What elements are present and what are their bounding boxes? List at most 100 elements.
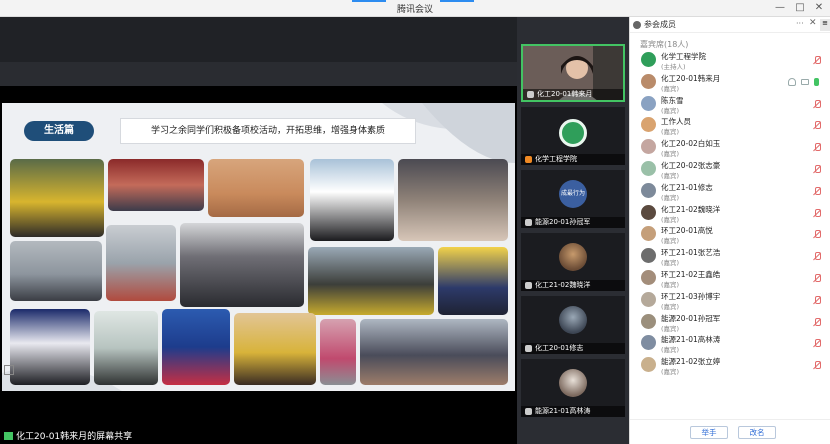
camera-icon[interactable] [801, 78, 809, 85]
participant-role: (嘉宾) [661, 215, 680, 224]
photo-group-hall [108, 159, 204, 211]
raise-hand-button[interactable]: 举手 [690, 426, 728, 439]
participant-role: (嘉宾) [661, 302, 680, 311]
slide-caption: 学习之余同学们积极备项校活动，开拓思维，增强身体素质 [120, 118, 416, 144]
photo-tug-of-war [10, 241, 102, 301]
avatar [559, 243, 587, 271]
mic-muted-icon[interactable] [813, 339, 821, 348]
close-button[interactable]: ✕ [811, 1, 827, 15]
participant-row[interactable]: 化工20-01韩来月 (嘉宾) [630, 72, 830, 93]
video-tile-name: 化学工程学院 [521, 154, 625, 165]
photo-sports-field [106, 225, 176, 301]
photo-students-yellow-vests [10, 159, 104, 237]
video-tile-name: 化工21-02魏晓洋 [521, 280, 625, 291]
participant-row[interactable]: 化工20-02白如玉 (嘉宾) [630, 137, 830, 158]
photo-group-selfie [398, 159, 508, 241]
screen-share-stage[interactable]: 生活篇 学习之余同学们积极备项校活动，开拓思维，增强身体素质 化工20-01韩来… [0, 17, 517, 444]
participant-row[interactable]: 陈东雪 (嘉宾) [630, 94, 830, 115]
participant-row[interactable]: 化工21-02魏晓洋 (嘉宾) [630, 203, 830, 224]
stage-top-band [0, 17, 517, 62]
photo-host-stage [162, 309, 230, 385]
mic-muted-icon[interactable] [813, 230, 821, 239]
avatar [641, 204, 656, 220]
rename-button[interactable]: 改名 [738, 426, 776, 439]
meeting-window: 腾讯会议 — □ ✕ 生活篇 学习之余同学们积极备项校活动，开拓思维，增强身体素… [0, 0, 830, 444]
mic-icon [525, 345, 532, 352]
avatar [559, 369, 587, 397]
participant-role: (主持人) [661, 63, 686, 71]
video-tile-avatar[interactable]: 化工21-02魏晓洋 [521, 233, 625, 291]
mic-muted-icon[interactable] [813, 165, 821, 174]
screen-share-label: 化工20-01韩来月的屏幕共享 [4, 430, 132, 444]
avatar [641, 52, 656, 67]
mic-muted-icon[interactable] [813, 143, 821, 152]
close-panel-button[interactable]: ✕ [809, 18, 817, 28]
participant-row[interactable]: 化学工程学院 (主持人) [630, 50, 830, 71]
photo-group-outdoor [180, 223, 304, 307]
participant-row[interactable]: 环工21-01张艺浩 (嘉宾) [630, 246, 830, 267]
avatar [641, 248, 656, 264]
view-toggle-icon[interactable] [4, 365, 14, 375]
participant-role: (嘉宾) [661, 172, 680, 180]
avatar [641, 335, 656, 351]
participant-row[interactable]: 工作人员 (嘉宾) [630, 115, 830, 136]
participant-role: (嘉宾) [661, 84, 680, 93]
photo-track-runner [208, 159, 304, 217]
participant-row[interactable]: 能源21-02张立婷 (嘉宾) [630, 355, 830, 376]
participant-role: (嘉宾) [661, 193, 680, 202]
video-tile-avatar[interactable]: 成最行为 能源20-01孙冠军 [521, 170, 625, 228]
mic-muted-icon[interactable] [813, 317, 821, 327]
mic-muted-icon[interactable] [813, 121, 821, 130]
participant-role: (嘉宾) [661, 259, 680, 268]
participant-row[interactable]: 能源20-01孙冠军 (嘉宾) [630, 312, 830, 333]
guest-section-label: 嘉宾席(18人) [640, 40, 689, 49]
maximize-button[interactable]: □ [792, 1, 808, 15]
participants-footer: 举手 改名 [630, 419, 830, 444]
video-tile-name: 化工20-01韩来月 [523, 89, 623, 100]
participants-title: 参会成员 [644, 20, 676, 29]
minimize-button[interactable]: — [772, 1, 788, 15]
photo-award-ceremony [310, 159, 394, 241]
photo-squat-row [308, 247, 434, 315]
participant-row[interactable]: 环工20-01高悦 (嘉宾) [630, 224, 830, 245]
video-strip[interactable]: 化工20-01韩来月 化学工程学院 成最行为 能源20-01孙冠军 化工21-0… [517, 17, 629, 444]
photo-runner-pink [320, 319, 356, 385]
participant-row[interactable]: 能源21-01高林涛 (嘉宾) [630, 333, 830, 354]
participant-role: (嘉宾) [661, 106, 680, 115]
participant-role: (嘉宾) [661, 128, 680, 137]
mic-icon [525, 408, 532, 415]
avatar [641, 182, 656, 198]
more-options-icon[interactable]: ··· [796, 19, 804, 28]
participant-row[interactable]: 环工21-03孙博宇 (嘉宾) [630, 290, 830, 311]
mic-muted-icon[interactable] [813, 99, 821, 109]
participant-row[interactable]: 化工20-02张志豪 (嘉宾) [630, 159, 830, 180]
video-tile-avatar[interactable]: 能源21-01高林涛 [521, 359, 625, 417]
mic-muted-icon[interactable] [813, 56, 821, 65]
participant-role: (嘉宾) [661, 368, 680, 377]
avatar [641, 313, 656, 329]
participants-header: 参会成员 ··· ✕ ≡ [630, 17, 830, 33]
participant-role: (嘉宾) [661, 150, 680, 159]
mic-muted-icon[interactable] [813, 274, 821, 283]
mic-on-icon[interactable] [814, 77, 819, 86]
mic-muted-icon[interactable] [813, 186, 821, 196]
video-tile-logo[interactable]: 化学工程学院 [521, 107, 625, 165]
avatar [641, 226, 656, 242]
mic-muted-icon[interactable] [813, 295, 821, 305]
mic-muted-icon[interactable] [813, 208, 821, 218]
video-tile-name: 化工20-01修志 [521, 343, 625, 354]
mic-muted-icon[interactable] [813, 361, 821, 370]
camera-icon [525, 156, 532, 163]
video-tile-camera[interactable]: 化工20-01韩来月 [521, 44, 625, 102]
panel-menu-icon[interactable]: ≡ [820, 19, 830, 31]
mic-muted-icon[interactable] [813, 252, 821, 261]
participant-row[interactable]: 化工21-01修志 (嘉宾) [630, 181, 830, 202]
mic-icon [525, 219, 532, 226]
participant-row[interactable]: 环工21-02王鑫皓 (嘉宾) [630, 268, 830, 289]
mic-icon [525, 282, 532, 289]
avatar [641, 139, 656, 155]
video-tile-avatar[interactable]: 化工20-01修志 [521, 296, 625, 354]
video-tile-name: 能源21-01高林涛 [521, 406, 625, 417]
avatar [641, 270, 656, 285]
avatar: 成最行为 [559, 180, 587, 208]
